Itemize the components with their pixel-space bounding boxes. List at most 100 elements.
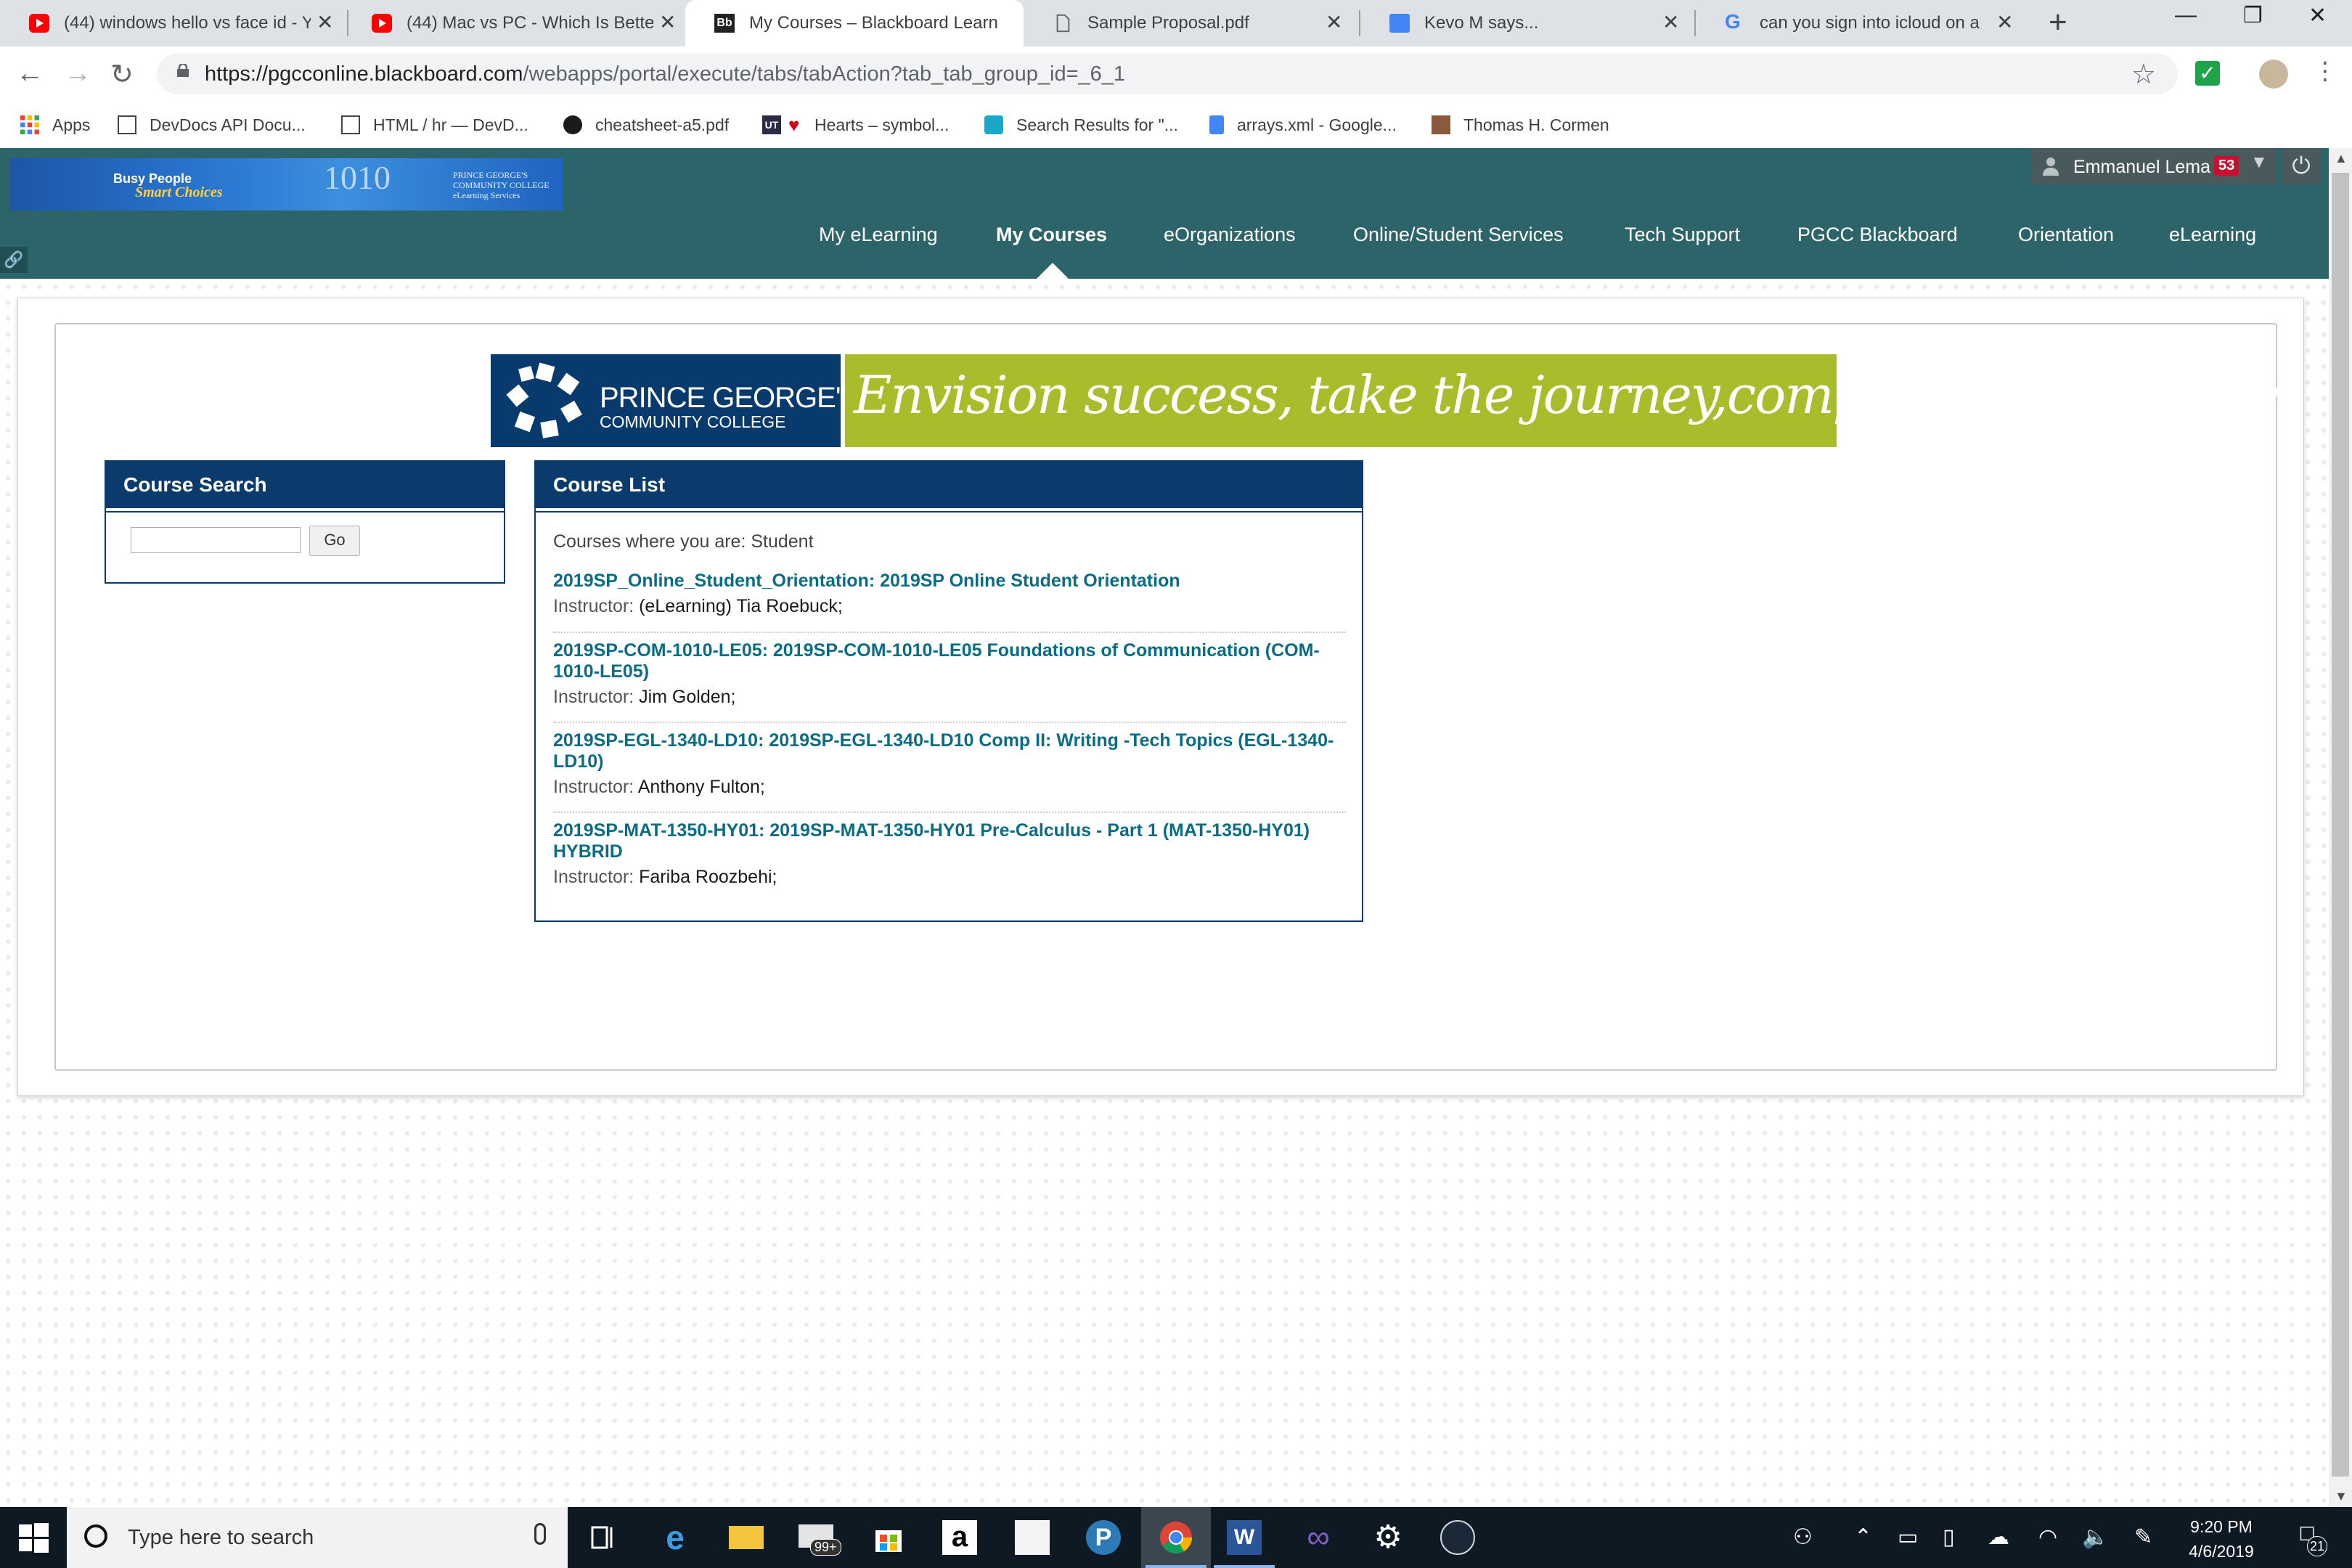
- reload-icon[interactable]: ↻: [110, 58, 134, 91]
- bookmark-devdocs-api[interactable]: DevDocs API Docu...: [118, 109, 306, 141]
- bookmark-apps[interactable]: Apps: [20, 109, 90, 141]
- restore-icon[interactable]: ❐: [2243, 3, 2263, 28]
- tab-title: Sample Proposal.pdf: [1087, 13, 1249, 33]
- store-icon[interactable]: [871, 1520, 906, 1555]
- bookmark-arrays-xml[interactable]: arrays.xml - Google...: [1209, 109, 1397, 141]
- close-tab-icon[interactable]: ✕: [1662, 10, 1679, 34]
- pgcc-logo: PRINCE GEORGE'S COMMUNITY COLLEGE: [491, 354, 859, 447]
- word-icon[interactable]: W: [1227, 1520, 1262, 1555]
- scrollbar-thumb[interactable]: [2332, 173, 2349, 1477]
- file-explorer-icon[interactable]: [729, 1526, 764, 1549]
- bookmark-cormen[interactable]: Thomas H. Cormen: [1432, 109, 1609, 141]
- pearson-icon[interactable]: P: [1086, 1520, 1121, 1555]
- close-tab-icon[interactable]: ✕: [1996, 10, 2013, 34]
- google-docs-icon: [1209, 115, 1224, 134]
- notepad-icon[interactable]: [1015, 1520, 1050, 1555]
- go-button[interactable]: Go: [309, 526, 360, 556]
- course-link[interactable]: 2019SP_Online_Student_Orientation: 2019S…: [553, 571, 1343, 592]
- nav-eorganizations[interactable]: eOrganizations: [1164, 224, 1296, 246]
- close-tab-icon[interactable]: ✕: [317, 10, 333, 34]
- instructor-label: Instructor:: [553, 596, 634, 616]
- browser-tab[interactable]: Sample Proposal.pdf ✕: [1024, 0, 1360, 46]
- settings-gear-icon[interactable]: ⚙: [1371, 1520, 1405, 1555]
- list-item: 2019SP-COM-1010-LE05: 2019SP-COM-1010-LE…: [553, 640, 1343, 708]
- url-path: /webapps/portal/execute/tabs/tabAction?t…: [523, 62, 1126, 86]
- address-bar[interactable]: https://pgcconline.blackboard.com/webapp…: [157, 54, 2178, 94]
- close-window-icon[interactable]: ✕: [2308, 3, 2327, 28]
- instructor-label: Instructor:: [553, 777, 634, 797]
- visual-studio-icon[interactable]: ∞: [1301, 1520, 1336, 1555]
- course-link[interactable]: 2019SP-MAT-1350-HY01: 2019SP-MAT-1350-HY…: [553, 820, 1343, 862]
- course-search-input[interactable]: [131, 527, 301, 553]
- scroll-down-icon[interactable]: ▼: [2335, 1489, 2348, 1504]
- pen-icon[interactable]: ✎: [2134, 1524, 2152, 1550]
- nav-pgcc-blackboard[interactable]: PGCC Blackboard: [1797, 224, 1958, 246]
- bookmark-label: Search Results for "...: [1016, 115, 1178, 134]
- cortana-icon: [84, 1524, 107, 1548]
- display-icon[interactable]: ▭: [1898, 1524, 1918, 1550]
- microphone-icon[interactable]: [534, 1523, 546, 1545]
- back-arrow-icon[interactable]: ←: [16, 58, 44, 89]
- browser-tab[interactable]: (44) Mac vs PC - Which Is Better ✕: [343, 0, 685, 46]
- logout-power-icon[interactable]: ⏻: [2282, 148, 2320, 184]
- amazon-icon[interactable]: a: [942, 1520, 977, 1555]
- instructor-name: Fariba Roozbehi;: [639, 867, 777, 887]
- browser-tab[interactable]: Kevo M says... ✕: [1360, 0, 1696, 46]
- taskbar-search-box[interactable]: Type here to search: [67, 1507, 568, 1568]
- chrome-icon[interactable]: [1159, 1520, 1193, 1555]
- close-tab-icon[interactable]: ✕: [659, 10, 676, 34]
- edge-icon[interactable]: e: [658, 1520, 693, 1555]
- tab-title: can you sign into icloud on a bro: [1760, 13, 1985, 33]
- bookmark-hearts[interactable]: UT ♥ Hearts – symbol...: [762, 109, 949, 141]
- browser-tab-active[interactable]: Bb My Courses – Blackboard Learn: [685, 0, 1024, 46]
- ut-icon: UT: [762, 115, 781, 134]
- browser-tab[interactable]: G can you sign into icloud on a bro ✕: [1696, 0, 2031, 46]
- taskbar-search-placeholder: Type here to search: [128, 1526, 314, 1549]
- institution-logo[interactable]: Busy People Smart Choices 1010 PRINCE GE…: [10, 158, 563, 211]
- course-link[interactable]: 2019SP-COM-1010-LE05: 2019SP-COM-1010-LE…: [553, 640, 1343, 682]
- browser-tab[interactable]: (44) windows hello vs face id - Y ✕: [0, 0, 343, 46]
- page-scrollbar[interactable]: ▲ ▼: [2329, 148, 2352, 1507]
- people-icon[interactable]: ⚇: [1793, 1524, 1813, 1550]
- bookmark-cheatsheet[interactable]: cheatsheet-a5.pdf: [563, 109, 729, 141]
- tab-title: (44) windows hello vs face id - Y: [64, 13, 311, 33]
- bookmark-search-results[interactable]: Search Results for "...: [984, 109, 1178, 141]
- chrome-menu-icon[interactable]: ⋮: [2313, 57, 2337, 86]
- bookmark-devdocs-hr[interactable]: HTML / hr — DevD...: [341, 109, 528, 141]
- user-menu[interactable]: Emmanuel Lema 53 ▼: [2031, 148, 2277, 184]
- course-link[interactable]: 2019SP-EGL-1340-LD10: 2019SP-EGL-1340-LD…: [553, 730, 1343, 772]
- bookmark-label: DevDocs API Docu...: [150, 115, 306, 134]
- nav-my-courses[interactable]: My Courses: [996, 224, 1107, 246]
- instructor-label: Instructor:: [553, 687, 634, 707]
- action-center-icon[interactable]: ☐ 21: [2292, 1523, 2327, 1556]
- new-tab-button[interactable]: +: [2049, 4, 2067, 41]
- link-tool-icon[interactable]: 🔗: [0, 247, 28, 273]
- close-tab-icon[interactable]: ✕: [1326, 10, 1342, 34]
- steam-icon[interactable]: [1440, 1520, 1475, 1555]
- scroll-up-icon[interactable]: ▲: [2335, 151, 2348, 166]
- notification-badge[interactable]: 53: [2214, 156, 2239, 176]
- chevron-down-icon[interactable]: ▼: [2250, 152, 2268, 173]
- chrome-running-indicator: [1146, 1565, 1206, 1568]
- nav-my-elearning[interactable]: My eLearning: [819, 224, 938, 246]
- windows-start-icon[interactable]: [17, 1522, 49, 1553]
- nav-tech-support[interactable]: Tech Support: [1625, 224, 1740, 246]
- profile-avatar[interactable]: [2259, 60, 2288, 89]
- task-view-icon[interactable]: [585, 1520, 620, 1555]
- clock-date: 4/6/2019: [2189, 1542, 2254, 1561]
- volume-icon[interactable]: 🔈: [2082, 1524, 2109, 1550]
- wifi-icon[interactable]: ◠: [2038, 1524, 2057, 1550]
- chevron-up-icon[interactable]: ⌃: [1854, 1524, 1872, 1550]
- instructor-name: Jim Golden;: [639, 687, 736, 707]
- minimize-icon[interactable]: —: [2175, 3, 2197, 28]
- nav-online-student-services[interactable]: Online/Student Services: [1353, 224, 1564, 246]
- banner-tagline: Envision success, take the journey,compl…: [845, 354, 2295, 447]
- bookmark-star-icon[interactable]: ☆: [2131, 58, 2156, 91]
- onedrive-icon[interactable]: ☁: [1988, 1524, 2009, 1550]
- forward-arrow-icon[interactable]: →: [64, 58, 91, 89]
- nav-elearning[interactable]: eLearning: [2169, 224, 2256, 246]
- extension-check-icon[interactable]: ✓: [2195, 61, 2220, 86]
- taskbar-clock[interactable]: 9:20 PM 4/6/2019: [2171, 1514, 2272, 1564]
- battery-icon[interactable]: ▯: [1943, 1524, 1955, 1550]
- nav-orientation[interactable]: Orientation: [2018, 224, 2114, 246]
